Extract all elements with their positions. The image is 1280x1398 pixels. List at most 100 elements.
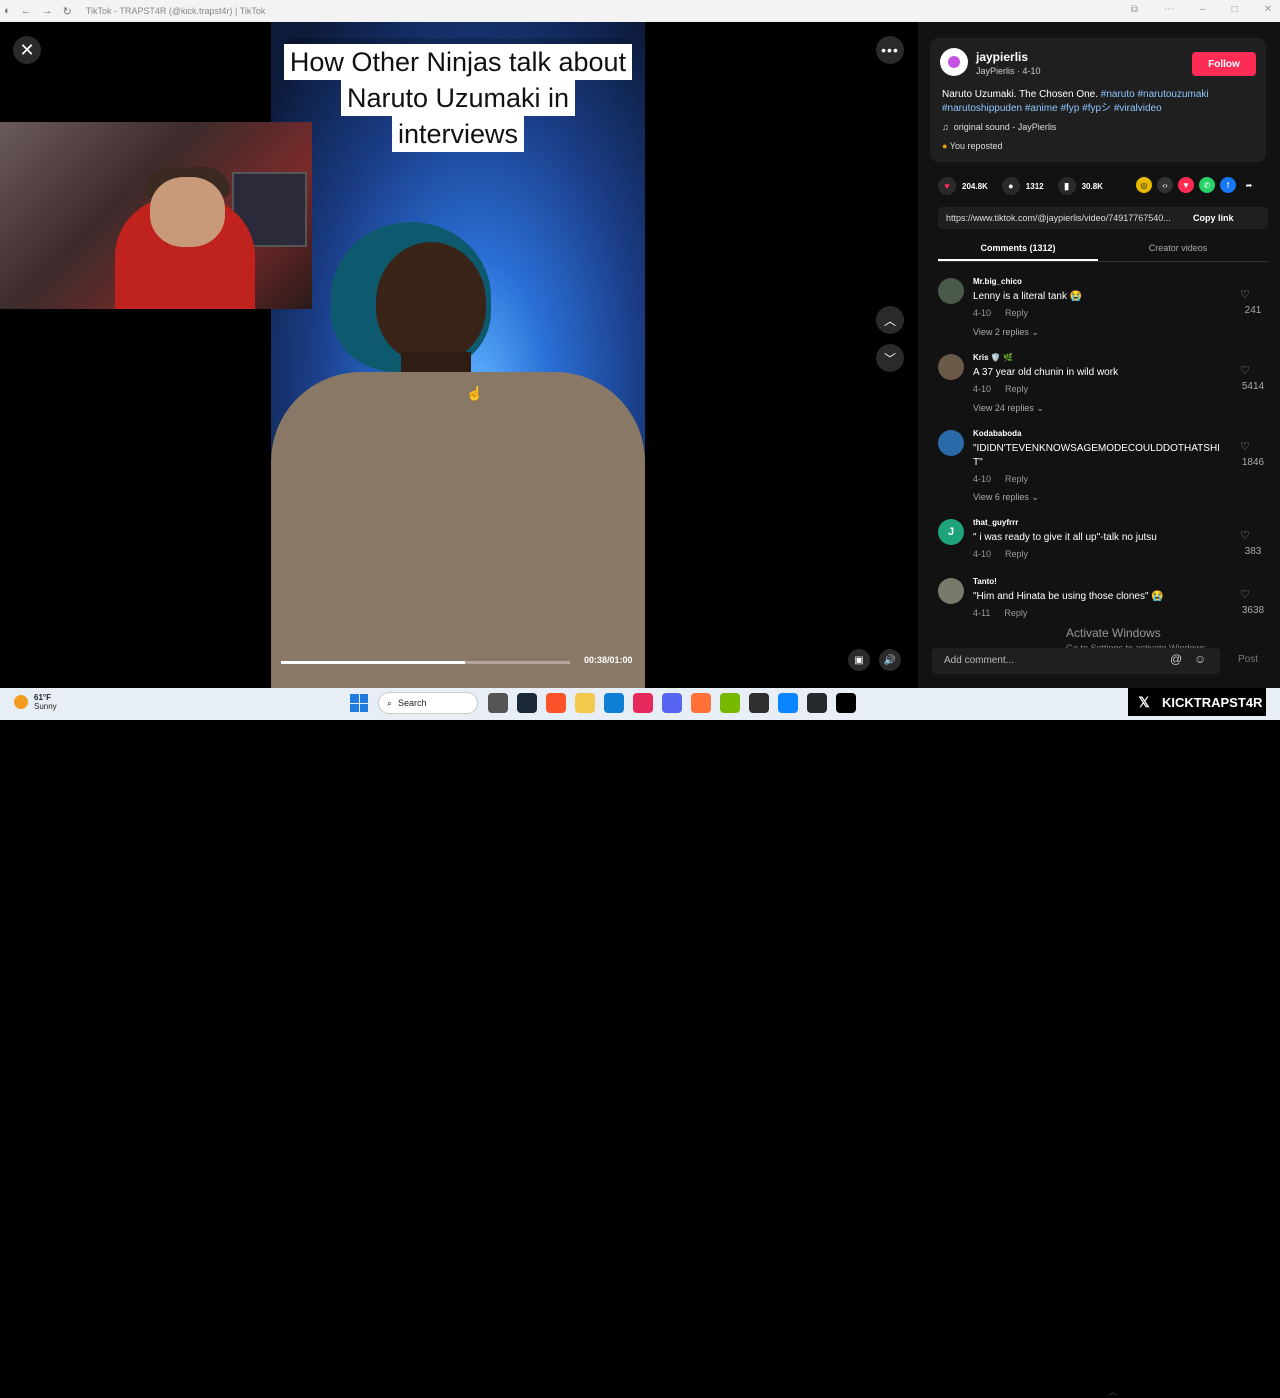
hashtag-link[interactable]: #fypシ <box>1082 103 1111 114</box>
description-text: Naruto Uzumaki. The Chosen One. <box>942 89 1099 100</box>
tray-chevron-icon[interactable]: ︿ <box>1108 1385 1117 1398</box>
weather-widget[interactable]: 61°F Sunny <box>14 693 57 711</box>
view-replies-button[interactable]: View 2 replies ⌄ <box>973 327 1039 338</box>
video-player[interactable]: Find related content How Other Ninjas ta… <box>271 22 645 688</box>
tiktok-app-icon[interactable] <box>633 693 653 713</box>
steam-icon[interactable] <box>517 693 537 713</box>
volume-button[interactable]: 🔊 <box>879 649 901 671</box>
hashtag-link[interactable]: #anime <box>1025 103 1058 114</box>
reply-button[interactable]: Reply <box>1005 384 1028 394</box>
weather-temp: 61°F <box>34 693 51 702</box>
video-url[interactable]: https://www.tiktok.com/@jaypierlis/video… <box>938 213 1193 223</box>
commenter-name[interactable]: Kris 🛡️ 🌿 <box>973 353 1013 362</box>
view-replies-button[interactable]: View 24 replies ⌄ <box>973 403 1044 414</box>
commenter-avatar[interactable]: J <box>938 519 964 545</box>
windows-start-icon[interactable] <box>350 694 368 712</box>
facebook-icon[interactable]: f <box>1220 177 1236 193</box>
repost-icon: ● <box>942 141 948 151</box>
window-close-icon[interactable]: ✕ <box>1264 4 1272 15</box>
taskbar: 61°F Sunny ⌕ Search ︿ <box>0 688 1280 1397</box>
x-logo-icon: 𝕏 <box>1138 693 1150 710</box>
hashtag-link[interactable]: #narutouzumaki <box>1138 89 1209 100</box>
commenter-avatar[interactable] <box>938 430 964 456</box>
like-count: 204.8K <box>962 181 988 191</box>
hashtag-link[interactable]: #narutoshippuden <box>942 103 1022 114</box>
forward-icon[interactable]: → <box>42 5 53 18</box>
whatsapp-icon[interactable]: ✆ <box>1199 177 1215 193</box>
brave-icon[interactable] <box>546 693 566 713</box>
obs-icon[interactable] <box>749 693 769 713</box>
next-video-button[interactable]: ﹀ <box>876 344 904 372</box>
reply-button[interactable]: Reply <box>1005 549 1028 559</box>
maximize-icon[interactable]: □ <box>1232 4 1238 15</box>
send-icon[interactable]: ▼ <box>1178 177 1194 193</box>
commenter-name[interactable]: Kodababoda <box>973 429 1021 438</box>
reply-button[interactable]: Reply <box>1005 308 1028 318</box>
file-icon[interactable] <box>488 693 508 713</box>
minimize-icon[interactable]: – <box>1200 4 1206 15</box>
video-stage: ✕ ••• ︿ ﹀ Find related content How Other… <box>0 22 918 688</box>
window-controls: ⧉ ⋯ – □ ✕ <box>1131 4 1272 15</box>
comment-like-icon[interactable]: ♡ <box>1240 529 1250 542</box>
reply-button[interactable]: Reply <box>1005 474 1028 484</box>
embed-icon[interactable]: ‹› <box>1157 177 1173 193</box>
folder-icon[interactable] <box>575 693 595 713</box>
comment-like-icon[interactable]: ♡ <box>1240 288 1250 301</box>
post-button[interactable]: Post <box>1238 654 1258 665</box>
comment-like-icon[interactable]: ♡ <box>1240 440 1250 453</box>
browser-title: TikTok - TRAPST4R (@kick.trapst4r) | Tik… <box>85 6 266 16</box>
commenter-name[interactable]: Tanto! <box>973 577 997 586</box>
tiktok-icon[interactable] <box>836 693 856 713</box>
hand-cursor-icon: ☝ <box>466 385 484 401</box>
device-switch-button[interactable]: ▣ <box>848 649 870 671</box>
close-button[interactable]: ✕ <box>13 36 41 64</box>
reload-icon[interactable]: ↻ <box>63 5 72 18</box>
share-arrow-icon[interactable]: ➦ <box>1241 177 1257 193</box>
hashtag-link[interactable]: #fyp <box>1060 103 1079 114</box>
more-options-button[interactable]: ••• <box>876 36 904 64</box>
commenter-name[interactable]: Mr.big_chico <box>973 277 1022 286</box>
tab-creator-videos[interactable]: Creator videos <box>1098 240 1258 261</box>
repost-share-icon[interactable]: ◎ <box>1136 177 1152 193</box>
creator-username[interactable]: jaypierlis <box>976 50 1028 64</box>
comment-stat[interactable]: ● 1312 <box>1001 177 1044 195</box>
edge-icon[interactable] <box>604 693 624 713</box>
photos-icon[interactable] <box>778 693 798 713</box>
creator-avatar[interactable] <box>940 48 968 76</box>
comment-like-icon[interactable]: ♡ <box>1240 588 1250 601</box>
repost-indicator: ● You reposted <box>942 141 1003 151</box>
search-icon: ⌕ <box>387 697 393 708</box>
video-progress-bar[interactable] <box>281 661 570 664</box>
hashtag-link[interactable]: #naruto <box>1101 89 1135 100</box>
comment-text: "Him and Hinata be using those clones" 😭 <box>973 591 1164 602</box>
commenter-name[interactable]: that_guyfrrr <box>973 518 1018 527</box>
commenter-avatar[interactable] <box>938 354 964 380</box>
share-window-icon[interactable]: ⧉ <box>1131 4 1138 15</box>
mention-icon[interactable]: @ <box>1170 652 1182 666</box>
view-replies-button[interactable]: View 6 replies ⌄ <box>973 492 1039 503</box>
back-icon[interactable]: ← <box>21 5 32 18</box>
commenter-avatar[interactable] <box>938 278 964 304</box>
nvidia-icon[interactable] <box>720 693 740 713</box>
comment-like-icon[interactable]: ♡ <box>1240 364 1250 377</box>
comment-meta: 4-10 Reply <box>973 384 1028 394</box>
discord-icon[interactable] <box>662 693 682 713</box>
copy-link-button[interactable]: Copy link <box>1193 213 1234 223</box>
repost-label: You reposted <box>949 141 1003 151</box>
menu-window-icon[interactable]: ⋯ <box>1164 4 1174 15</box>
firefox-icon[interactable] <box>691 693 711 713</box>
follow-button[interactable]: Follow <box>1192 52 1256 76</box>
commenter-avatar[interactable] <box>938 578 964 604</box>
github-icon[interactable] <box>807 693 827 713</box>
previous-video-button[interactable]: ︿ <box>876 306 904 334</box>
save-stat[interactable]: ▮ 30.8K <box>1057 177 1103 195</box>
tab-comments[interactable]: Comments (1312) <box>938 240 1098 261</box>
comment-item: Mr.big_chico Lenny is a literal tank 😭 4… <box>918 274 1280 350</box>
sound-link[interactable]: ♫ original sound - JayPierlis <box>942 122 1056 132</box>
reply-button[interactable]: Reply <box>1004 608 1027 618</box>
hashtag-link[interactable]: #viralvideo <box>1114 103 1162 114</box>
comment-like-count: 5414 <box>1241 381 1265 392</box>
like-stat[interactable]: ♥ 204.8K <box>938 177 988 195</box>
taskbar-search[interactable]: ⌕ Search <box>378 692 478 714</box>
emoji-icon[interactable]: ☺ <box>1194 652 1206 666</box>
